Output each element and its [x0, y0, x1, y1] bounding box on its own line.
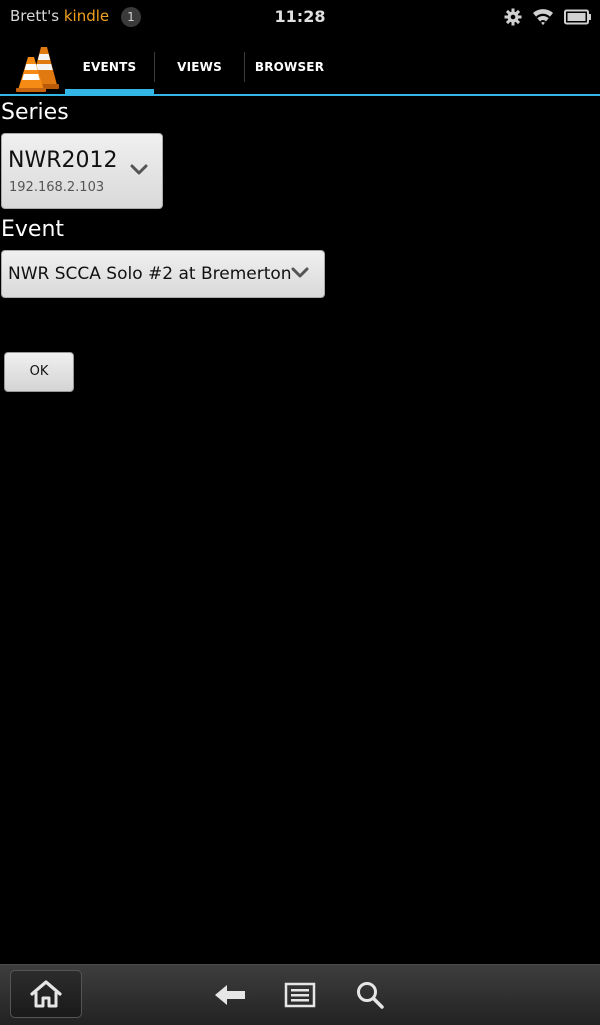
- wifi-icon: [532, 8, 554, 26]
- series-server-address: 192.168.2.103: [9, 180, 105, 195]
- chevron-down-icon: [130, 164, 148, 175]
- status-icons: [504, 6, 592, 28]
- menu-icon: [284, 982, 316, 1008]
- battery-icon: [564, 9, 592, 25]
- menu-button[interactable]: [280, 977, 320, 1013]
- search-icon: [357, 982, 384, 1009]
- tab-events-label: EVENTS: [82, 60, 137, 74]
- gear-icon[interactable]: [504, 8, 522, 26]
- event-selected-value: NWR SCCA Solo #2 at Bremerton: [8, 264, 292, 284]
- tab-browser[interactable]: BROWSER: [245, 40, 334, 94]
- event-dropdown[interactable]: NWR SCCA Solo #2 at Bremerton: [1, 250, 325, 298]
- tab-events[interactable]: EVENTS: [65, 40, 154, 94]
- ok-button[interactable]: OK: [4, 352, 74, 392]
- event-label: Event: [1, 217, 65, 242]
- status-bar: Brett's kindle 1 11:28: [0, 0, 600, 34]
- search-button[interactable]: [350, 977, 390, 1013]
- home-icon: [30, 980, 62, 1008]
- chevron-down-icon: [291, 267, 309, 278]
- series-selected-value: NWR2012: [8, 148, 118, 173]
- tab-views[interactable]: VIEWS: [155, 40, 244, 94]
- traffic-cones-icon[interactable]: [14, 43, 60, 93]
- series-label: Series: [1, 100, 69, 125]
- navigation-bar: [0, 964, 600, 1025]
- action-bar: EVENTS VIEWS BROWSER: [0, 40, 600, 96]
- tab-browser-label: BROWSER: [254, 60, 325, 74]
- home-button[interactable]: [10, 970, 82, 1018]
- tab-views-label: VIEWS: [177, 60, 222, 74]
- tab-selected-indicator: [65, 89, 154, 94]
- back-button[interactable]: [210, 977, 250, 1013]
- back-arrow-icon: [215, 985, 245, 1005]
